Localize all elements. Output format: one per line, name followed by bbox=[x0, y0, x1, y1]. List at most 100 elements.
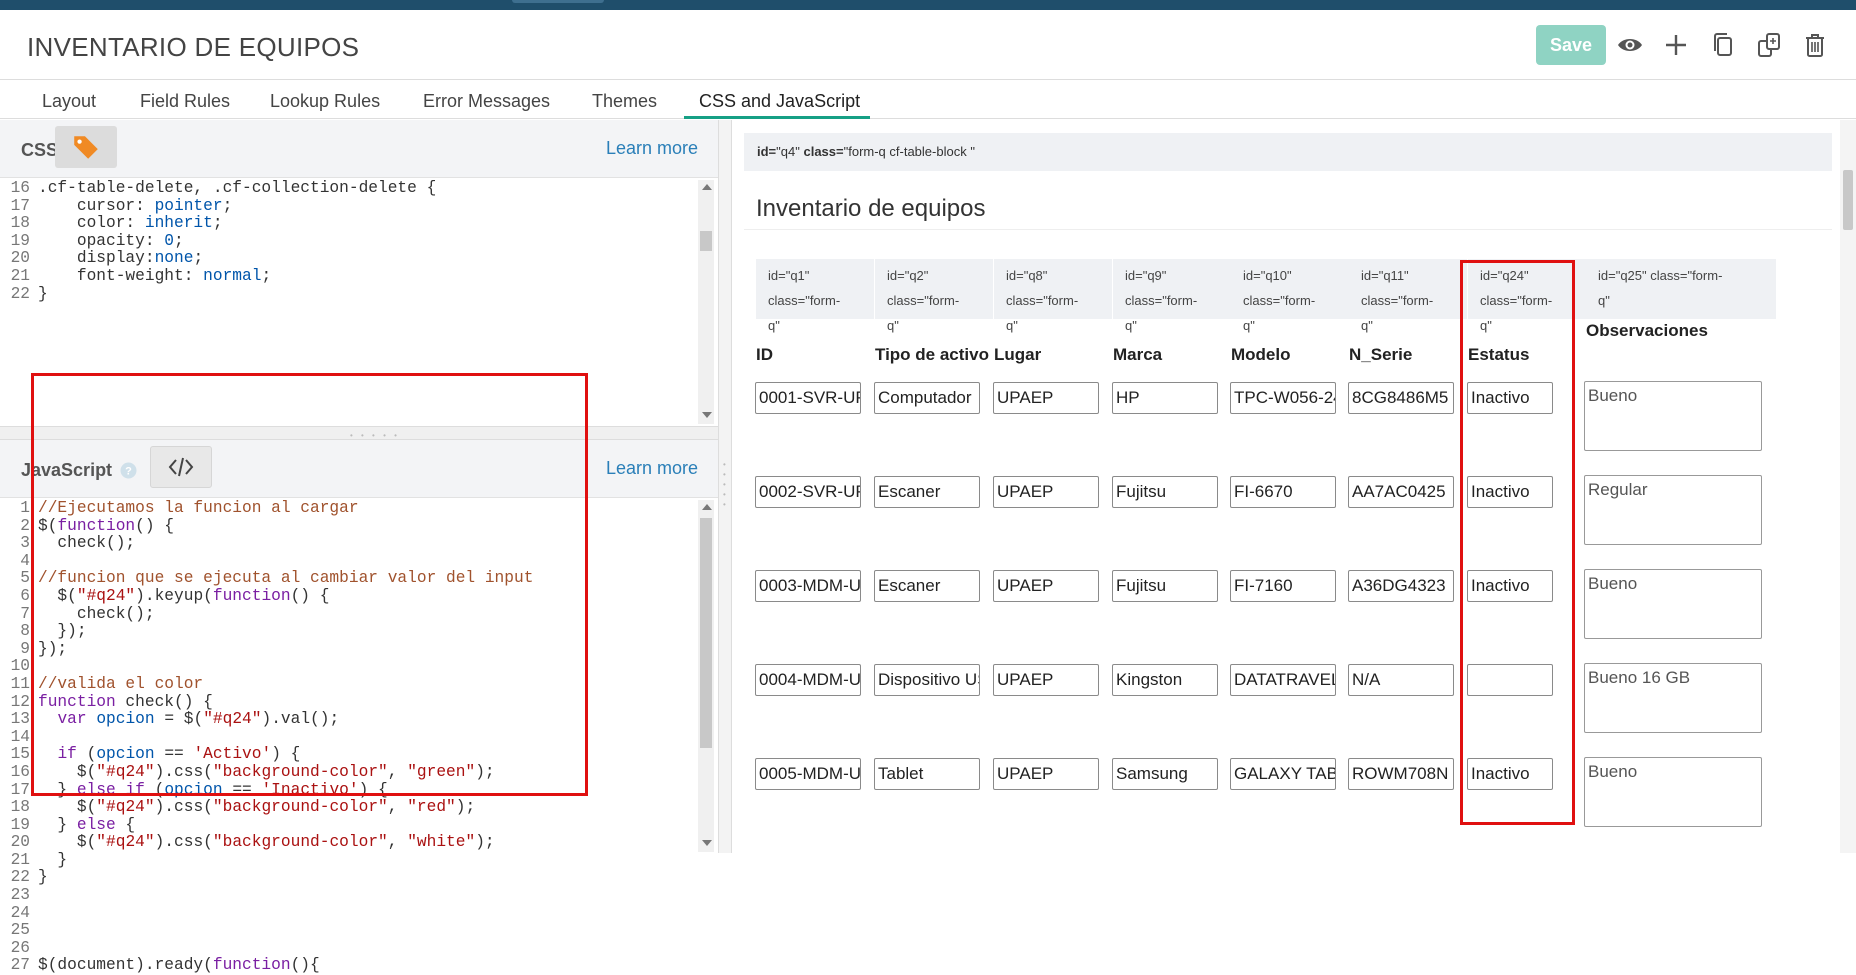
top-navigation-bar bbox=[0, 0, 1856, 10]
line-number: 20 bbox=[10, 833, 30, 852]
column-meta-4: id="q9" class="form-q" bbox=[1113, 259, 1231, 333]
lugar-input[interactable]: UPAEP bbox=[993, 664, 1099, 696]
javascript-scrollbar[interactable] bbox=[698, 500, 714, 852]
marca-input[interactable]: Kingston bbox=[1112, 664, 1218, 696]
tipo-de-activo-input[interactable]: Escaner bbox=[874, 476, 980, 508]
modelo-input[interactable]: GALAXY TAB bbox=[1230, 758, 1336, 790]
line-number: 6 bbox=[20, 586, 30, 605]
id-input[interactable]: 0002-SVR-UPAEP bbox=[755, 476, 861, 508]
observaciones-textarea[interactable]: Bueno bbox=[1584, 381, 1762, 451]
tipo-de-activo-input[interactable]: Tablet bbox=[874, 758, 980, 790]
preview-scroll-thumb[interactable] bbox=[1843, 170, 1853, 230]
line-number: 17 bbox=[10, 196, 30, 215]
column-meta-line: id="q9" bbox=[1125, 268, 1167, 283]
observaciones-textarea[interactable]: Bueno bbox=[1584, 757, 1762, 827]
code-line[interactable]: display:none; bbox=[38, 250, 436, 268]
line-number: 13 bbox=[10, 710, 30, 729]
css-learn-more-link[interactable]: Learn more bbox=[606, 138, 698, 159]
tag-icon bbox=[74, 136, 98, 159]
plus-icon[interactable] bbox=[1659, 28, 1693, 62]
css-scrollbar[interactable] bbox=[698, 180, 714, 424]
id-input[interactable]: 0005-MDM-UPAEP bbox=[755, 758, 861, 790]
css-scroll-thumb[interactable] bbox=[700, 231, 712, 251]
lugar-input[interactable]: UPAEP bbox=[993, 382, 1099, 414]
column-meta-line: class="form- bbox=[1243, 293, 1316, 308]
lugar-input[interactable]: UPAEP bbox=[993, 476, 1099, 508]
id-input[interactable]: 0003-MDM-UPAEP bbox=[755, 570, 861, 602]
code-line[interactable]: ​ bbox=[38, 940, 533, 958]
tipo-de-activo-input[interactable]: Dispositivo USB bbox=[874, 664, 980, 696]
trash-icon[interactable] bbox=[1798, 28, 1832, 62]
modelo-input[interactable]: FI-6670 bbox=[1230, 476, 1336, 508]
line-number: 16 bbox=[10, 179, 30, 197]
id-input[interactable]: 0004-MDM-UPAEP bbox=[755, 664, 861, 696]
tab-lookup-rules[interactable]: Lookup Rules bbox=[270, 91, 380, 112]
column-meta-line: id="q11" bbox=[1361, 268, 1409, 283]
column-meta-line: class="form- bbox=[1125, 293, 1198, 308]
scroll-up-arrow-icon[interactable] bbox=[702, 504, 712, 510]
marca-input[interactable]: Fujitsu bbox=[1112, 476, 1218, 508]
marca-input[interactable]: Fujitsu bbox=[1112, 570, 1218, 602]
code-line[interactable]: } bbox=[38, 869, 533, 887]
code-line[interactable]: $("#q24").css("background-color", "red")… bbox=[38, 798, 533, 817]
n-serie-input[interactable]: 8CG8486M5 bbox=[1348, 382, 1454, 414]
code-line[interactable]: ​ bbox=[38, 922, 533, 940]
css-tag-button[interactable] bbox=[55, 126, 117, 168]
observaciones-textarea[interactable]: Regular bbox=[1584, 475, 1762, 545]
id-input[interactable]: 0001-SVR-UPAEP bbox=[755, 382, 861, 414]
scroll-up-arrow-icon[interactable] bbox=[702, 184, 712, 190]
scroll-down-arrow-icon[interactable] bbox=[702, 840, 712, 846]
code-line[interactable]: font-weight: normal; bbox=[38, 267, 436, 286]
code-line[interactable]: $("#q24").css("background-color", "white… bbox=[38, 833, 533, 852]
scroll-down-arrow-icon[interactable] bbox=[702, 412, 712, 418]
javascript-scroll-thumb[interactable] bbox=[700, 518, 712, 748]
modelo-input[interactable]: FI-7160 bbox=[1230, 570, 1336, 602]
modelo-input[interactable]: DATATRAVELER bbox=[1230, 664, 1336, 696]
javascript-learn-more-link[interactable]: Learn more bbox=[606, 458, 698, 479]
top-bar-tab-indicator bbox=[512, 0, 604, 3]
n-serie-input[interactable]: N/A bbox=[1348, 664, 1454, 696]
tab-error-messages[interactable]: Error Messages bbox=[423, 91, 550, 112]
code-line[interactable]: .cf-table-delete, .cf-collection-delete … bbox=[38, 179, 436, 198]
tab-css-and-javascript[interactable]: CSS and JavaScript bbox=[699, 91, 860, 112]
marca-input[interactable]: Samsung bbox=[1112, 758, 1218, 790]
code-line[interactable]: } bbox=[38, 285, 436, 304]
duplicate-icon[interactable] bbox=[1752, 28, 1786, 62]
code-line[interactable]: opacity: 0; bbox=[38, 232, 436, 251]
observaciones-textarea[interactable]: Bueno 16 GB bbox=[1584, 663, 1762, 733]
tab-themes[interactable]: Themes bbox=[592, 91, 657, 112]
marca-input[interactable]: HP bbox=[1112, 382, 1218, 414]
tipo-de-activo-input[interactable]: Escaner bbox=[874, 570, 980, 602]
line-number: 18 bbox=[10, 214, 30, 233]
observaciones-textarea[interactable]: Bueno bbox=[1584, 569, 1762, 639]
code-line[interactable]: color: inherit; bbox=[38, 214, 436, 233]
n-serie-input[interactable]: ROWM708N bbox=[1348, 758, 1454, 790]
css-line-numbers: 16 17 18 19 20 21 22 bbox=[0, 179, 34, 303]
css-code-lines[interactable]: .cf-table-delete, .cf-collection-delete … bbox=[38, 179, 436, 304]
n-serie-input[interactable]: A36DG4323 bbox=[1348, 570, 1454, 602]
code-line[interactable]: ​ bbox=[38, 887, 533, 905]
tipo-de-activo-input[interactable]: Computador bbox=[874, 382, 980, 414]
highlight-box-estatus-column bbox=[1460, 260, 1575, 825]
lugar-input[interactable]: UPAEP bbox=[993, 570, 1099, 602]
line-number: 3 bbox=[20, 534, 30, 553]
code-line[interactable]: $(document).ready(function(){ bbox=[38, 957, 533, 975]
tab-field-rules[interactable]: Field Rules bbox=[140, 91, 230, 112]
code-line[interactable]: } else { bbox=[38, 816, 533, 835]
code-line[interactable]: cursor: pointer; bbox=[38, 197, 436, 216]
code-line[interactable]: } bbox=[38, 851, 533, 870]
save-button[interactable]: Save bbox=[1536, 25, 1606, 65]
preview-scrollbar[interactable] bbox=[1840, 120, 1856, 853]
code-line[interactable]: ​ bbox=[38, 905, 533, 923]
lugar-input[interactable]: UPAEP bbox=[993, 758, 1099, 790]
block-class: "form-q cf-table-block " bbox=[843, 144, 975, 159]
n-serie-input[interactable]: AA7AC0425 bbox=[1348, 476, 1454, 508]
line-number: 20 bbox=[10, 249, 30, 268]
copy-icon[interactable] bbox=[1706, 28, 1740, 62]
modelo-input[interactable]: TPC-W056-24 bbox=[1230, 382, 1336, 414]
eye-icon[interactable] bbox=[1613, 28, 1647, 62]
column-meta-line: class="form- bbox=[1006, 293, 1079, 308]
panel-split-handle[interactable]: • • • • • bbox=[718, 120, 732, 853]
line-number: 12 bbox=[10, 692, 30, 711]
tab-layout[interactable]: Layout bbox=[42, 91, 96, 112]
